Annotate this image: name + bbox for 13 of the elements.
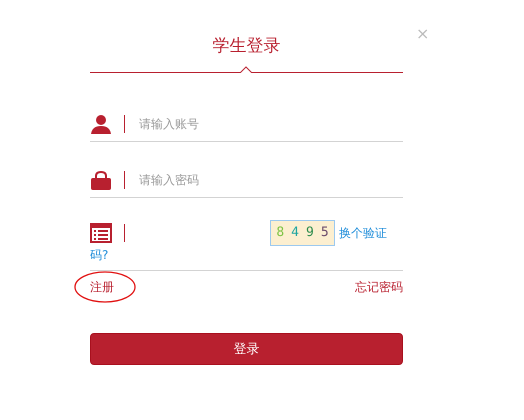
login-button[interactable]: 登录 bbox=[90, 333, 403, 365]
annotation-ellipse bbox=[74, 271, 136, 303]
captcha-image[interactable]: 8 4 9 5 bbox=[270, 220, 335, 246]
refresh-captcha-link[interactable]: 换个验证 bbox=[339, 226, 387, 240]
lock-icon bbox=[90, 170, 112, 190]
register-link[interactable]: 注册 bbox=[90, 280, 114, 294]
dialog-title: 学生登录 bbox=[212, 35, 282, 57]
forgot-password-link[interactable]: 忘记密码 bbox=[355, 279, 403, 295]
password-field[interactable]: 请输入密码 bbox=[139, 170, 403, 190]
refresh-captcha-link[interactable]: 码? bbox=[90, 246, 108, 264]
list-icon bbox=[90, 223, 112, 243]
account-field[interactable]: 请输入账号 bbox=[139, 114, 403, 134]
user-icon bbox=[90, 114, 112, 134]
